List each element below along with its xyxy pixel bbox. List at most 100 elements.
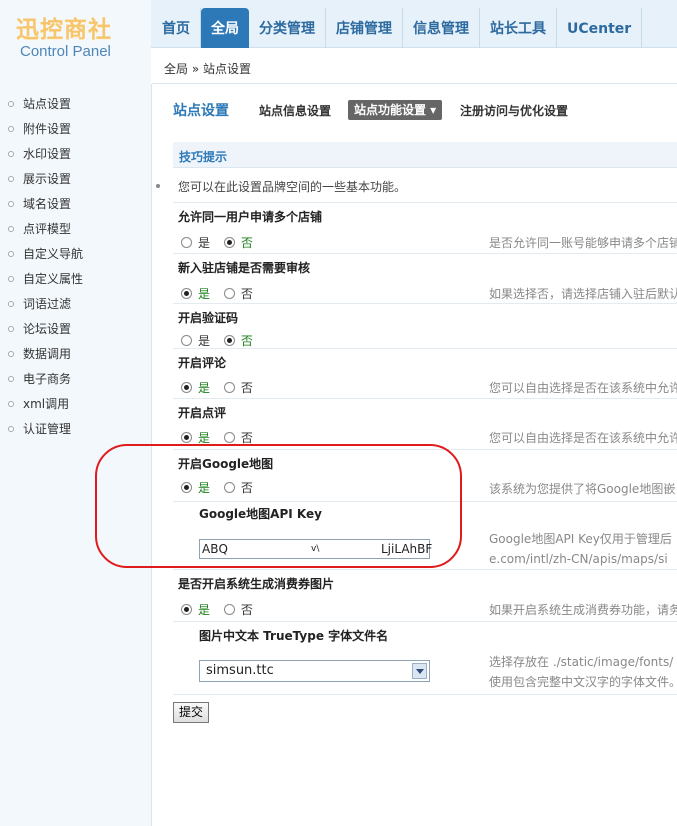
nav-shop[interactable]: 店铺管理 — [326, 8, 403, 48]
radio-yes[interactable]: 是 — [181, 379, 210, 396]
bullet-icon — [156, 184, 160, 188]
radio-no[interactable]: 否 — [223, 332, 253, 349]
sidebar-item-custom-nav[interactable]: 自定义导航 — [0, 244, 151, 269]
radio-no[interactable]: 否 — [223, 479, 253, 496]
radio-icon — [181, 335, 192, 346]
api-key-value-end: LjiLAhBF — [381, 542, 433, 556]
sidebar-item-label: xml调用 — [23, 397, 70, 411]
radio-group: 是 否 — [181, 379, 263, 396]
setting-label: Google地图API Key — [199, 507, 322, 521]
radio-yes[interactable]: 是 — [181, 429, 210, 446]
sidebar-item-label: 词语过滤 — [23, 297, 72, 311]
setting-hint: 选择存放在 ./static/image/fonts/ — [489, 655, 674, 669]
radio-group: 是 否 — [181, 429, 263, 446]
radio-icon — [223, 482, 235, 493]
logo-subtitle: Control Panel — [20, 43, 111, 60]
tab-site-info[interactable]: 站点信息设置 — [259, 102, 331, 119]
sidebar-item-custom-attr[interactable]: 自定义属性 — [0, 269, 151, 294]
divider — [173, 694, 677, 695]
radio-icon — [223, 288, 235, 299]
radio-no[interactable]: 否 — [223, 285, 253, 302]
setting-hint: e.com/intl/zh-CN/apis/maps/si — [489, 552, 668, 566]
bullet-icon — [8, 176, 14, 182]
api-key-input[interactable]: ABQ v\ LjiLAhBF — [199, 539, 433, 559]
nav-global[interactable]: 全局 — [201, 8, 249, 48]
divider — [173, 398, 677, 399]
nav-category[interactable]: 分类管理 — [249, 8, 326, 48]
divider — [173, 253, 677, 254]
radio-group: 是 否 — [181, 479, 263, 496]
radio-label: 是 — [198, 381, 211, 395]
radio-no[interactable]: 否 — [223, 234, 253, 251]
sidebar-item-label: 域名设置 — [23, 197, 72, 211]
nav-tools[interactable]: 站长工具 — [480, 8, 557, 48]
sidebar-item-forum[interactable]: 论坛设置 — [0, 319, 151, 344]
divider — [173, 202, 677, 203]
radio-checked-icon — [181, 288, 192, 299]
radio-yes[interactable]: 是 — [181, 601, 210, 618]
tab-site-function[interactable]: 站点功能设置 ▾ — [348, 100, 443, 120]
sidebar-item-auth[interactable]: 认证管理 — [0, 419, 151, 444]
sidebar: 站点设置 附件设置 水印设置 展示设置 域名设置 点评模型 自定义导航 自定义属… — [0, 84, 152, 826]
radio-yes[interactable]: 是 — [181, 479, 210, 496]
radio-label: 否 — [240, 381, 253, 395]
setting-hint: 您可以自由选择是否在该系统中允许 — [489, 431, 677, 445]
tab-register-access[interactable]: 注册访问与优化设置 — [460, 102, 568, 119]
main-nav: 首页 全局 分类管理 店铺管理 信息管理 站长工具 UCenter — [152, 8, 643, 48]
sidebar-item-label: 自定义属性 — [23, 272, 84, 286]
radio-no[interactable]: 否 — [223, 379, 253, 396]
sidebar-item-review-model[interactable]: 点评模型 — [0, 219, 151, 244]
bullet-icon — [8, 326, 14, 332]
settings-tabs: 站点设置 站点信息设置 站点功能设置 ▾ 注册访问与优化设置 — [173, 100, 677, 124]
sidebar-item-display[interactable]: 展示设置 — [0, 169, 151, 194]
breadcrumb-bar: 全局 » 站点设置 — [152, 48, 677, 84]
nav-info[interactable]: 信息管理 — [403, 8, 480, 48]
bullet-icon — [8, 201, 14, 207]
radio-label: 是 — [198, 431, 211, 445]
sidebar-item-label: 点评模型 — [23, 222, 72, 236]
radio-icon — [223, 432, 235, 443]
setting-label: 图片中文本 TrueType 字体文件名 — [199, 629, 389, 643]
divider — [173, 348, 677, 349]
tips-text: 您可以在此设置品牌空间的一些基本功能。 — [178, 180, 407, 194]
submit-button[interactable]: 提交 — [173, 702, 209, 723]
radio-group: 是 否 — [181, 285, 263, 302]
radio-label: 是 — [198, 334, 211, 348]
radio-icon — [223, 382, 235, 393]
divider — [173, 621, 677, 622]
nav-home[interactable]: 首页 — [152, 8, 201, 48]
radio-label: 否 — [240, 431, 253, 445]
chevron-down-icon[interactable] — [412, 663, 427, 679]
bullet-icon — [8, 151, 14, 157]
sidebar-item-domain[interactable]: 域名设置 — [0, 194, 151, 219]
radio-checked-icon — [223, 335, 235, 346]
radio-group: 是 否 — [181, 601, 263, 618]
sidebar-item-attachment[interactable]: 附件设置 — [0, 119, 151, 144]
radio-checked-icon — [181, 482, 192, 493]
sidebar-item-ecommerce[interactable]: 电子商务 — [0, 369, 151, 394]
radio-no[interactable]: 否 — [223, 429, 253, 446]
sidebar-item-label: 水印设置 — [23, 147, 72, 161]
radio-no[interactable]: 否 — [223, 601, 253, 618]
sidebar-item-label: 站点设置 — [23, 97, 72, 111]
setting-hint: 使用包含完整中文汉字的字体文件。 — [489, 675, 677, 689]
setting-label: 开启验证码 — [178, 311, 239, 325]
bullet-icon — [8, 301, 14, 307]
tips-heading: 技巧提示 — [179, 150, 228, 164]
sidebar-item-word-filter[interactable]: 词语过滤 — [0, 294, 151, 319]
sidebar-item-watermark[interactable]: 水印设置 — [0, 144, 151, 169]
logo: 迅控商社 Control Panel — [0, 0, 151, 84]
sidebar-item-label: 自定义导航 — [23, 247, 84, 261]
nav-ucenter[interactable]: UCenter — [557, 8, 643, 48]
radio-label: 否 — [240, 481, 253, 495]
sidebar-item-site[interactable]: 站点设置 — [0, 94, 151, 119]
radio-label: 是 — [198, 287, 211, 301]
font-file-select[interactable]: simsun.ttc — [199, 660, 430, 682]
bullet-icon — [8, 401, 14, 407]
radio-group: 是 否 — [181, 332, 263, 349]
radio-yes[interactable]: 是 — [181, 332, 210, 349]
radio-yes[interactable]: 是 — [181, 285, 210, 302]
sidebar-item-data-call[interactable]: 数据调用 — [0, 344, 151, 369]
radio-yes[interactable]: 是 — [181, 234, 210, 251]
sidebar-item-xml[interactable]: xml调用 — [0, 394, 151, 419]
